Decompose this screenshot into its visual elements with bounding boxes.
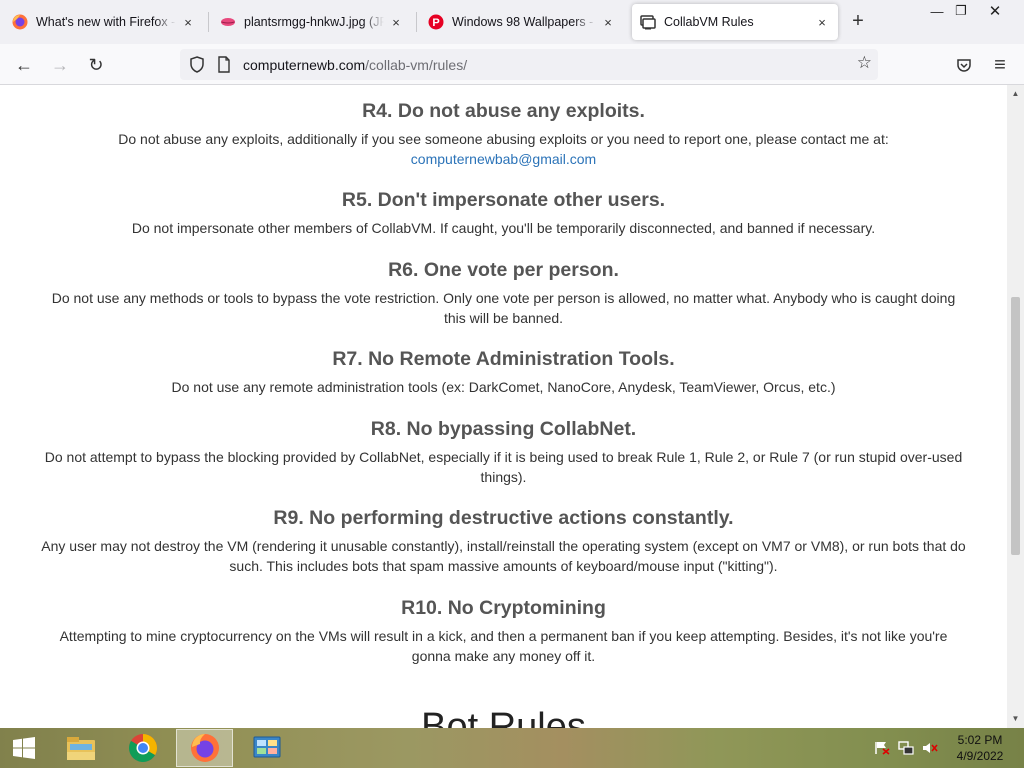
rule-r5: R5. Don't impersonate other users. Do no… (0, 188, 1007, 238)
tab-title: What's new with Firefox - Mozilla (36, 15, 176, 29)
reload-button[interactable]: ↻ (83, 52, 109, 78)
tab-jpeg-image[interactable]: plantsrmgg-hnkwJ.jpg (JPEG Image × (212, 4, 412, 40)
windows-taskbar: 5:02 PM 4/9/2022 (0, 728, 1024, 768)
url-path: /collab-vm/rules/ (365, 57, 468, 73)
tab-divider (416, 12, 417, 32)
control-panel-taskbar-button[interactable] (238, 729, 295, 767)
rule-r4: R4. Do not abuse any exploits. Do not ab… (0, 99, 1007, 169)
firefox-icon (12, 14, 28, 30)
new-tab-button[interactable]: + (846, 10, 870, 34)
windows-logo-icon (13, 737, 35, 759)
rule-r6: R6. One vote per person. Do not use any … (0, 258, 1007, 328)
close-icon[interactable]: × (388, 14, 404, 30)
rule-heading: R7. No Remote Administration Tools. (332, 348, 675, 370)
clock-date: 4/9/2022 (956, 749, 1004, 763)
chrome-taskbar-button[interactable] (114, 729, 171, 767)
rule-heading: R10. No Cryptomining (401, 597, 606, 619)
rule-heading: R4. Do not abuse any exploits. (362, 100, 645, 122)
rule-r7: R7. No Remote Administration Tools. Do n… (0, 347, 1007, 397)
rule-heading: R8. No bypassing CollabNet. (370, 418, 637, 440)
tracking-protection-shield-icon[interactable] (189, 56, 205, 73)
chrome-icon (128, 734, 157, 762)
page-info-icon[interactable] (217, 56, 231, 73)
rule-text: Do not use any remote administration too… (171, 379, 836, 395)
pinterest-icon: P (428, 14, 444, 30)
rule-text: Attempting to mine cryptocurrency on the… (59, 628, 948, 664)
tab-title: Windows 98 Wallpapers - Wallpaper (452, 15, 596, 29)
close-icon[interactable]: × (600, 14, 616, 30)
pocket-icon[interactable] (951, 52, 977, 78)
scroll-down-arrow-icon[interactable]: ▼ (1007, 712, 1024, 726)
close-window-button[interactable]: ✕ (980, 0, 1010, 22)
file-explorer-taskbar-button[interactable] (52, 729, 109, 767)
restore-button[interactable]: ❐ (946, 0, 976, 22)
contact-email-link[interactable]: computernewbab@gmail.com (411, 151, 596, 167)
app-menu-button[interactable]: ≡ (987, 52, 1013, 78)
tab-bar: What's new with Firefox - Mozilla × plan… (0, 0, 1024, 44)
firefox-taskbar-button[interactable] (176, 729, 233, 767)
forward-button[interactable]: → (47, 52, 73, 78)
close-icon[interactable]: × (814, 14, 830, 30)
clock-time: 5:02 PM (957, 733, 1003, 747)
tab-divider (208, 12, 209, 32)
tab-firefox-whats-new[interactable]: What's new with Firefox - Mozilla × (4, 4, 204, 40)
start-button[interactable] (0, 729, 48, 767)
rule-heading: R6. One vote per person. (388, 259, 619, 281)
tab-windows98-wallpapers[interactable]: P Windows 98 Wallpapers - Wallpaper × (420, 4, 624, 40)
rule-r9: R9. No performing destructive actions co… (0, 506, 1007, 576)
scrollbar-thumb[interactable] (1011, 297, 1020, 555)
svg-text:P: P (432, 17, 439, 29)
lips-icon (220, 14, 236, 30)
close-icon[interactable]: × (180, 14, 196, 30)
network-icon[interactable] (898, 741, 914, 755)
bookmark-star-icon[interactable]: ☆ (857, 53, 872, 73)
vertical-scrollbar[interactable]: ▲ ▼ (1007, 85, 1024, 728)
system-clock[interactable]: 5:02 PM 4/9/2022 (950, 732, 1010, 764)
tab-title: CollabVM Rules (664, 15, 754, 29)
page-content: R4. Do not abuse any exploits. Do not ab… (0, 85, 1007, 728)
rule-text: Do not abuse any exploits, additionally … (0, 129, 1007, 169)
rule-text: Do not impersonate other members of Coll… (131, 220, 876, 236)
bot-rules-heading: Bot Rules (421, 706, 586, 728)
back-button[interactable]: ← (11, 52, 37, 78)
rule-r10: R10. No Cryptomining Attempting to mine … (0, 596, 1007, 666)
file-explorer-icon (66, 737, 95, 760)
address-bar[interactable]: computernewb.com/collab-vm/rules/ ☆ (180, 49, 878, 80)
url-text[interactable]: computernewb.com/collab-vm/rules/ (243, 57, 467, 73)
scroll-up-arrow-icon[interactable]: ▲ (1007, 87, 1024, 101)
firefox-icon (190, 734, 219, 762)
navigation-toolbar: ← → ↻ computernewb.com/collab-vm/rules/ … (0, 44, 1024, 85)
rule-r8: R8. No bypassing CollabNet. Do not attem… (0, 417, 1007, 487)
volume-muted-icon[interactable] (922, 741, 938, 755)
tab-collabvm-rules[interactable]: CollabVM Rules × (632, 4, 838, 40)
tab-title: plantsrmgg-hnkwJ.jpg (JPEG Image (244, 15, 384, 29)
rule-text-body: Do not abuse any exploits, additionally … (118, 131, 889, 147)
url-domain: computernewb.com (243, 57, 366, 73)
action-center-flag-icon[interactable] (874, 741, 890, 755)
rule-text: Do not use any methods or tools to bypas… (51, 290, 956, 326)
rule-text: Any user may not destroy the VM (renderi… (41, 538, 966, 574)
rule-heading: R5. Don't impersonate other users. (341, 189, 666, 211)
rule-heading: R9. No performing destructive actions co… (273, 507, 734, 529)
control-panel-icon (253, 736, 280, 758)
rule-text: Do not attempt to bypass the blocking pr… (44, 449, 963, 485)
collabvm-icon (640, 14, 656, 30)
